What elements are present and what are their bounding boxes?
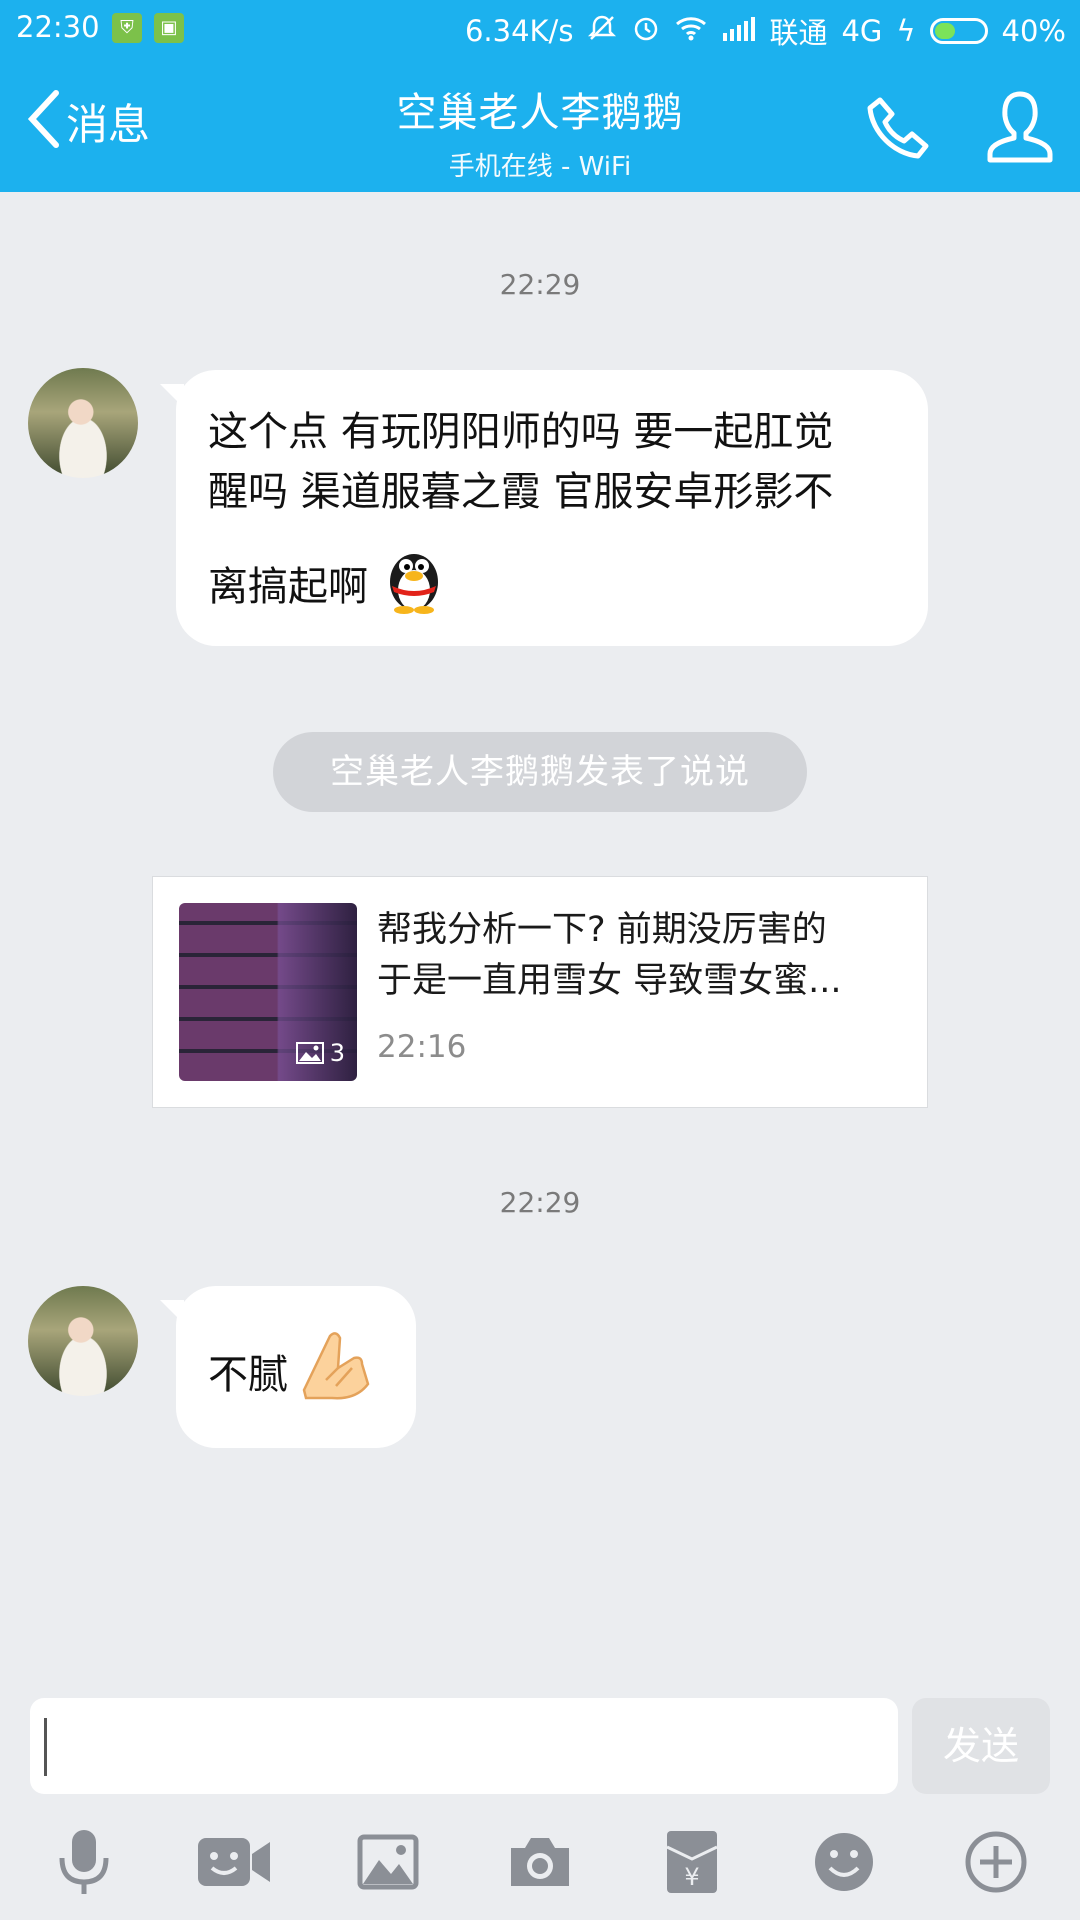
contact-name: 空巢老人李鹅鹅 [396,90,684,136]
post-text-line: 帮我分析一下? 前期没厉害的 [377,910,827,950]
message-line: 这个点 有玩阴阳师的吗 要一起肛觉 [208,409,834,455]
carrier: 联通 [769,16,828,50]
camera-button[interactable] [500,1822,580,1902]
message-input[interactable] [30,1698,898,1794]
qq-penguin-icon [376,540,452,633]
red-packet-icon: ¥ [666,1831,718,1893]
message-line: 醒吗 渠道服暮之霞 官服安卓形影不 [208,469,834,515]
photo-button[interactable] [348,1822,428,1902]
battery-icon [929,18,988,44]
wifi-icon [675,14,707,48]
network-type: 4G [841,14,883,48]
camera-icon [511,1838,569,1886]
contact-status: 手机在线 - WiFi [448,152,632,182]
back-button[interactable]: 消息 [26,88,150,154]
avatar[interactable] [28,1286,138,1396]
image-icon [357,1834,419,1890]
post-time: 22:16 [377,1029,467,1065]
status-bar: 22:30 ⛨ ▣ 6.34K/s 联通 4G ϟ 40% [0,0,1080,58]
message-text: 不腻 [208,1351,288,1398]
post-text-line: 于是一直用雪女 导致雪女蜜... [377,961,842,1001]
video-icon [198,1838,270,1886]
more-button[interactable] [956,1822,1036,1902]
person-icon [987,91,1053,163]
image-count: 3 [329,1039,345,1067]
svg-text:¥: ¥ [684,1863,699,1891]
net-speed: 6.34K/s [464,14,574,48]
emoji-button[interactable] [804,1822,884,1902]
profile-button[interactable] [980,88,1060,168]
shared-post-card[interactable]: 3 帮我分析一下? 前期没厉害的 于是一直用雪女 导致雪女蜜... 22:16 [152,876,928,1108]
charging-icon: ϟ [896,14,916,48]
microphone-icon [59,1830,109,1894]
message-timestamp: 22:29 [499,1186,581,1219]
plus-icon [965,1831,1027,1893]
send-button[interactable]: 发送 [912,1698,1050,1794]
message-bubble[interactable]: 这个点 有玩阴阳师的吗 要一起肛觉 醒吗 渠道服暮之霞 官服安卓形影不 离搞起啊 [160,370,928,646]
post-thumbnail: 3 [179,903,357,1081]
alarm-icon [631,13,661,50]
battery-percent: 40% [1001,14,1066,48]
message-line: 离搞起啊 [208,563,368,610]
avatar[interactable] [28,368,138,478]
back-label: 消息 [66,99,151,149]
video-chat-button[interactable] [194,1822,274,1902]
mute-bell-icon [587,13,617,50]
message-bubble[interactable]: 不腻 [160,1286,416,1448]
system-notice[interactable]: 空巢老人李鹅鹅发表了说说 [273,732,807,812]
input-toolbar: ¥ [0,1822,1080,1912]
emoji-icon [815,1833,873,1891]
signal-icon [721,14,756,48]
shield-icon: ⛨ [112,13,142,43]
chevron-left-icon [26,89,60,153]
status-time: 22:30 [16,10,100,44]
text-caret [44,1718,47,1776]
voice-button[interactable] [44,1822,124,1902]
message-timestamp: 22:29 [499,268,581,301]
phone-icon [867,97,929,159]
phone-call-button[interactable] [858,88,938,168]
image-count-icon [295,1042,324,1064]
praying-hands-icon [296,1328,376,1421]
app-notification-icon: ▣ [154,13,184,43]
chat-header: 消息 空巢老人李鹅鹅 手机在线 - WiFi [0,58,1080,192]
red-packet-button[interactable]: ¥ [652,1822,732,1902]
